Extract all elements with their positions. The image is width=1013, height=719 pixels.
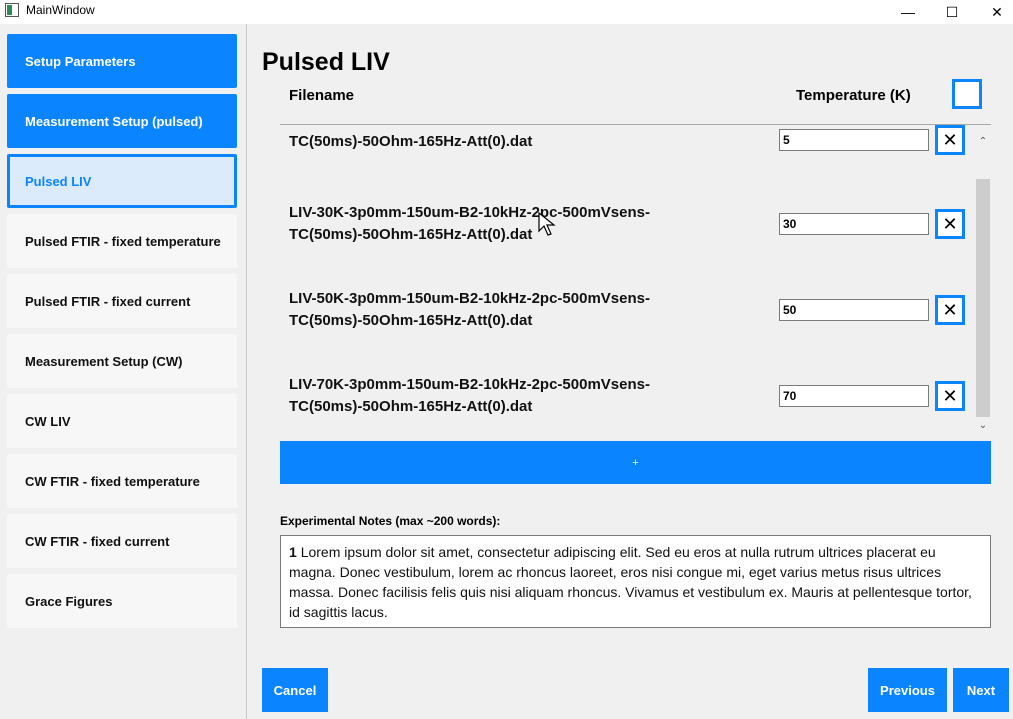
delete-x-icon: ✕ bbox=[942, 299, 958, 320]
scrollbar-thumb[interactable] bbox=[976, 179, 990, 417]
filename-line-1: LIV-30K-3p0mm-150um-B2-10kHz-2pc-500mVse… bbox=[289, 204, 650, 221]
sidebar-item-measurement-setup-cw[interactable]: Measurement Setup (CW) bbox=[7, 334, 237, 388]
temperature-column-header: Temperature (K) bbox=[796, 87, 911, 104]
filename-line-2: TC(50ms)-50Ohm-165Hz-Att(0).dat bbox=[289, 312, 533, 329]
close-window-button[interactable]: ✕ bbox=[974, 0, 1013, 24]
notes-textarea[interactable]: 1 Lorem ipsum dolor sit amet, consectetu… bbox=[280, 535, 991, 628]
maximize-button[interactable]: ☐ bbox=[929, 0, 975, 24]
filename-column-header: Filename bbox=[289, 87, 355, 104]
scroll-up-arrow-icon[interactable]: ⌃ bbox=[975, 134, 991, 150]
sidebar-item-setup-parameters[interactable]: Setup Parameters bbox=[7, 34, 237, 88]
table-row: LIV-50K-3p0mm-150um-B2-10kHz-2pc-500mVse… bbox=[280, 288, 974, 374]
temperature-input[interactable]: 30 bbox=[779, 213, 929, 235]
filename-text: LIV-50K-3p0mm-150um-B2-10kHz-2pc-500mVse… bbox=[289, 288, 759, 332]
temperature-input[interactable]: 50 bbox=[779, 299, 929, 321]
sidebar-item-cw-liv[interactable]: CW LIV bbox=[7, 394, 237, 448]
delete-row-button[interactable]: ✕ bbox=[935, 125, 965, 155]
next-button[interactable]: Next bbox=[953, 668, 1009, 712]
add-file-button[interactable]: + bbox=[280, 441, 991, 484]
temperature-input[interactable]: 70 bbox=[779, 385, 929, 407]
cancel-button[interactable]: Cancel bbox=[262, 668, 328, 712]
sidebar-item-cw-ftir-fixed-current[interactable]: CW FTIR - fixed current bbox=[7, 514, 237, 568]
scroll-down-arrow-icon[interactable]: ⌄ bbox=[975, 418, 991, 434]
sidebar-item-cw-ftir-fixed-temperature[interactable]: CW FTIR - fixed temperature bbox=[7, 454, 237, 508]
delete-x-icon: ✕ bbox=[942, 213, 958, 234]
filename-line-1: LIV-70K-3p0mm-150um-B2-10kHz-2pc-500mVse… bbox=[289, 376, 650, 393]
notes-line-number: 1 bbox=[289, 544, 297, 560]
filename-text: LIV-70K-3p0mm-150um-B2-10kHz-2pc-500mVse… bbox=[289, 374, 759, 418]
temperature-input[interactable]: 5 bbox=[779, 129, 929, 151]
app-icon bbox=[5, 3, 19, 17]
delete-row-button[interactable]: ✕ bbox=[935, 295, 965, 325]
filename-line-2: TC(50ms)-50Ohm-165Hz-Att(0).dat bbox=[289, 398, 533, 415]
delete-row-button[interactable]: ✕ bbox=[935, 209, 965, 239]
filename-line-2: TC(50ms)-50Ohm-165Hz-Att(0).dat bbox=[289, 226, 533, 243]
main-panel: Pulsed LIV Filename Temperature (K) TC(5… bbox=[248, 24, 1013, 719]
table-row: TC(50ms)-50Ohm-165Hz-Att(0).dat 5 ✕ bbox=[280, 125, 974, 195]
notes-text: Lorem ipsum dolor sit amet, consectetur … bbox=[289, 544, 972, 620]
filename-line-1: LIV-50K-3p0mm-150um-B2-10kHz-2pc-500mVse… bbox=[289, 290, 650, 307]
filename-line-2: TC(50ms)-50Ohm-165Hz-Att(0).dat bbox=[289, 133, 533, 150]
vertical-scrollbar[interactable]: ⌃ ⌄ bbox=[975, 134, 991, 434]
table-row: LIV-30K-3p0mm-150um-B2-10kHz-2pc-500mVse… bbox=[280, 202, 974, 288]
sidebar-item-grace-figures[interactable]: Grace Figures bbox=[7, 574, 237, 628]
sidebar: Setup Parameters Measurement Setup (puls… bbox=[0, 24, 247, 719]
notes-label: Experimental Notes (max ~200 words): bbox=[280, 514, 501, 528]
sidebar-item-pulsed-ftir-fixed-current[interactable]: Pulsed FTIR - fixed current bbox=[7, 274, 237, 328]
select-all-checkbox[interactable] bbox=[952, 79, 982, 109]
window-title: MainWindow bbox=[26, 3, 95, 17]
minimize-button[interactable]: — bbox=[885, 0, 931, 24]
sidebar-item-pulsed-liv[interactable]: Pulsed LIV bbox=[7, 154, 237, 208]
delete-row-button[interactable]: ✕ bbox=[935, 381, 965, 411]
previous-button[interactable]: Previous bbox=[868, 668, 947, 712]
page-title: Pulsed LIV bbox=[262, 48, 390, 76]
table-row: LIV-70K-3p0mm-150um-B2-10kHz-2pc-500mVse… bbox=[280, 374, 974, 436]
delete-x-icon: ✕ bbox=[942, 385, 958, 406]
sidebar-item-pulsed-ftir-fixed-temperature[interactable]: Pulsed FTIR - fixed temperature bbox=[7, 214, 237, 268]
filename-text: TC(50ms)-50Ohm-165Hz-Att(0).dat bbox=[289, 125, 759, 153]
sidebar-item-measurement-setup-pulsed[interactable]: Measurement Setup (pulsed) bbox=[7, 94, 237, 148]
file-list[interactable]: TC(50ms)-50Ohm-165Hz-Att(0).dat 5 ✕ LIV-… bbox=[280, 125, 974, 436]
delete-x-icon: ✕ bbox=[942, 129, 958, 150]
filename-text: LIV-30K-3p0mm-150um-B2-10kHz-2pc-500mVse… bbox=[289, 202, 759, 246]
title-bar: MainWindow — ☐ ✕ bbox=[0, 0, 1013, 24]
plus-icon: + bbox=[632, 456, 639, 469]
mouse-cursor-icon bbox=[538, 212, 556, 236]
